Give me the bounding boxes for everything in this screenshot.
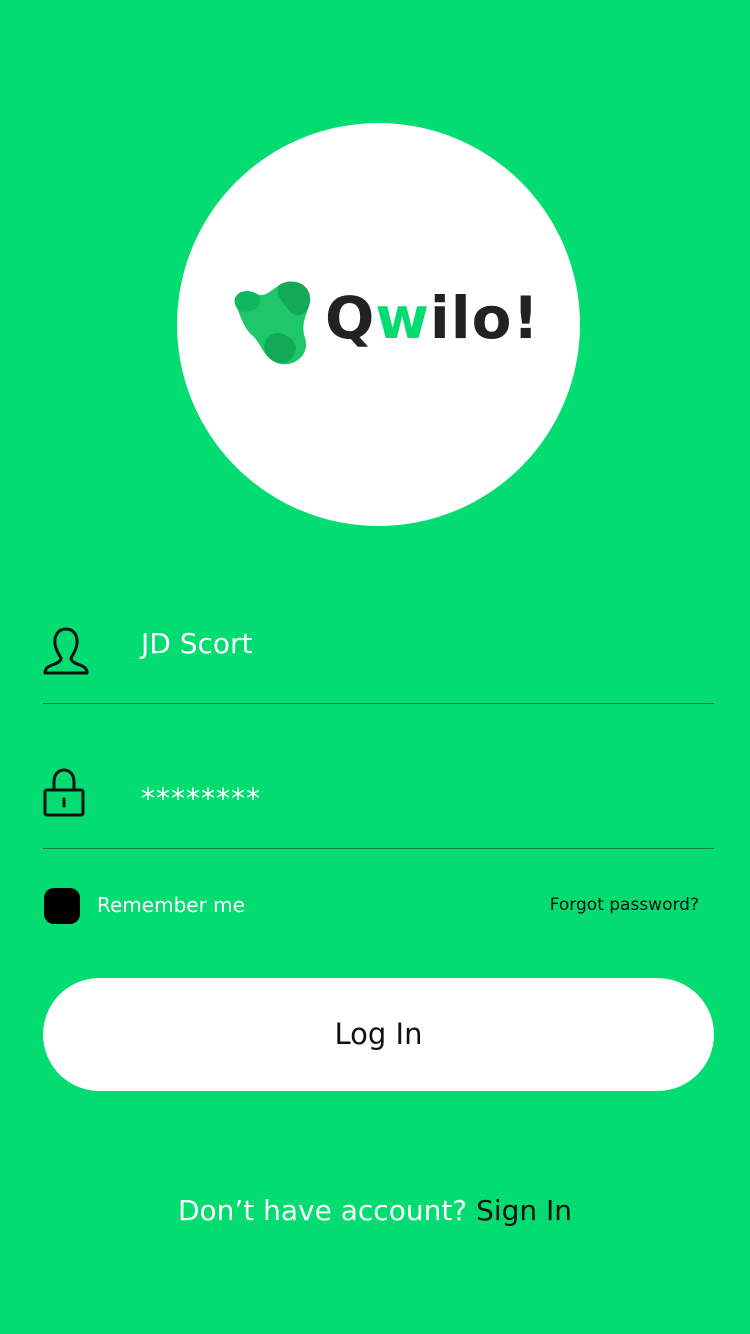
login-button[interactable]: Log In (43, 978, 714, 1091)
signup-prompt-line: Don’t have account? Sign In (0, 1197, 750, 1225)
logo-badge: Qwilo! (177, 123, 580, 526)
signup-prompt-text: Don’t have account? (177, 1194, 468, 1227)
sign-in-link[interactable]: Sign In (476, 1194, 572, 1227)
brand-wordmark: Qwilo! (325, 289, 540, 347)
forgot-password-link[interactable]: Forgot password? (550, 897, 699, 914)
lock-icon (43, 768, 85, 817)
blob-logo-icon (234, 281, 311, 365)
username-field[interactable]: JD Scort (43, 610, 714, 704)
brand-name-suffix: ilo! (429, 284, 540, 352)
brand-name-accent: w (375, 284, 430, 352)
username-value: JD Scort (141, 627, 253, 660)
remember-me-label[interactable]: Remember me (97, 895, 245, 915)
user-icon (43, 627, 89, 675)
password-value: ******** (141, 782, 261, 815)
password-field[interactable]: ******** (43, 755, 714, 849)
remember-me-checkbox[interactable] (44, 888, 80, 924)
brand-name-prefix: Q (325, 284, 376, 352)
